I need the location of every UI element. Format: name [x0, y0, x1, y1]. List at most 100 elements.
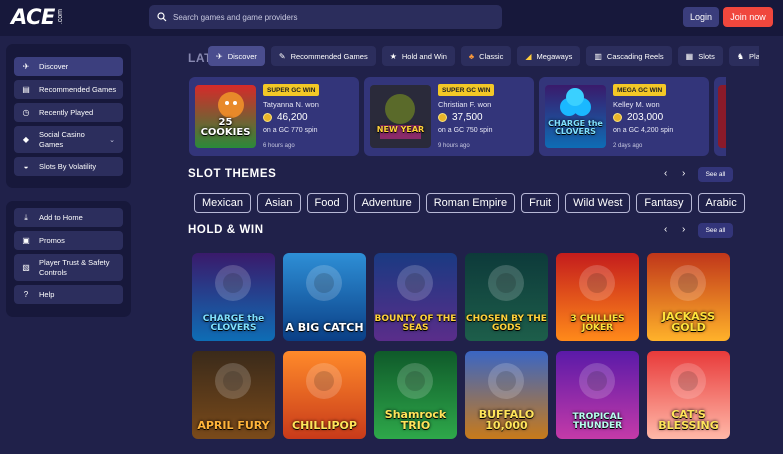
slots-icon: ▦ [685, 51, 694, 61]
tab-label: Pla [749, 51, 759, 61]
game-tile[interactable]: BOUNTY OF THE SEAS [374, 253, 457, 341]
winner-name: Kelley M. won [613, 100, 660, 109]
chevron-down-icon[interactable]: ⌄ [109, 136, 115, 144]
tab-label: Slots [698, 51, 715, 61]
theme-chip[interactable]: Asian [256, 193, 301, 213]
sidebar-item-player-trust-safety[interactable]: ▧ Player Trust & Safety Controls [14, 254, 123, 281]
sidebar-item-promos[interactable]: ▣ Promos [14, 231, 123, 250]
game-tile[interactable]: CAT'S BLESSING [647, 351, 730, 439]
game-tile-title: TROPICAL THUNDER [572, 412, 623, 431]
search-bar[interactable] [149, 5, 502, 29]
win-amount: 46,200 [263, 112, 308, 123]
sidebar-item-social-casino-games[interactable]: ◆ Social Casino Games ⌄ [14, 126, 123, 153]
slot-themes-see-all-button[interactable]: See all [698, 167, 733, 182]
winner-name: Christian F. won [438, 100, 492, 109]
win-card[interactable]: NEW YEAR SUPER GC WIN Christian F. won 3… [364, 77, 534, 156]
help-icon: ? [23, 290, 29, 299]
sidebar-item-help[interactable]: ? Help [14, 285, 123, 304]
win-badge: SUPER GC WIN [438, 84, 495, 96]
game-tile[interactable]: APRIL FURY [192, 351, 275, 439]
tab-label: Megaways [536, 51, 573, 61]
game-tile[interactable]: JACKASS GOLD [647, 253, 730, 341]
game-tile[interactable]: CHOSEN BY THE GODS [465, 253, 548, 341]
sidebar-item-slots-by-volatility[interactable]: ◒ Slots By Volatility [14, 157, 123, 176]
sidebar-item-label: Slots By Volatility [39, 162, 97, 171]
ace-logo[interactable]: ACE .com [11, 5, 64, 29]
theme-chip[interactable]: Fruit [521, 193, 560, 213]
shield-icon: ▧ [22, 263, 30, 272]
sidebar-item-add-to-home[interactable]: ⤓ Add to Home [14, 208, 123, 227]
tab-label: Hold and Win [401, 51, 447, 61]
sidebar-item-discover[interactable]: ✈ Discover [14, 57, 123, 76]
sidebar-item-label: Recently Played [39, 108, 94, 117]
game-tile[interactable]: CHARGE the CLOVERS [192, 253, 275, 341]
tab-slots[interactable]: ▦ Slots [677, 46, 723, 66]
game-tile[interactable]: BUFFALO 10,000 [465, 351, 548, 439]
game-tile-title: CHOSEN BY THE GODS [466, 314, 547, 333]
sidebar-item-label: Promos [39, 236, 65, 245]
tab-label: Classic [479, 51, 504, 61]
tab-hold-and-win[interactable]: ★ Hold and Win [381, 46, 455, 66]
logo-domain: .com [56, 9, 64, 25]
join-now-button[interactable]: Join now [723, 7, 773, 27]
game-thumbnail[interactable]: CHARGE the CLOVERS [545, 85, 606, 148]
game-tile[interactable]: A BIG CATCH [283, 253, 366, 341]
game-tile-title: Shamrock TRIO [384, 408, 447, 432]
cards-icon: ▤ [22, 85, 30, 94]
theme-chip[interactable]: Mexican [194, 193, 251, 213]
game-thumbnail[interactable]: NEW YEAR [370, 85, 431, 148]
sidebar-item-recommended-games[interactable]: ▤ Recommended Games [14, 80, 123, 99]
tab-classic[interactable]: ♣ Classic [460, 46, 512, 66]
sidebar-item-recently-played[interactable]: ◷ Recently Played [14, 103, 123, 122]
spin-size: on a GC 4,200 spin [613, 127, 674, 134]
gold-coin-icon [613, 113, 622, 122]
win-time: 2 days ago [613, 143, 643, 149]
theme-chip[interactable]: Roman Empire [425, 193, 516, 213]
top-navigation-bar: ACE .com Login Join now [0, 0, 783, 36]
game-thumbnail [718, 85, 726, 148]
tab-megaways[interactable]: ◢ Megaways [517, 46, 581, 66]
hold-win-title: HOLD & WIN [188, 224, 264, 236]
theme-chip[interactable]: Fantasy [636, 193, 692, 213]
game-tile-title: BOUNTY OF THE SEAS [374, 314, 457, 333]
hold-win-see-all-button[interactable]: See all [698, 223, 733, 238]
win-card-partial[interactable] [714, 77, 726, 156]
tab-playful[interactable]: ♞ Pla [728, 46, 759, 66]
game-thumbnail-title: CHARGE the CLOVERS [548, 119, 603, 136]
tab-label: Discover [227, 51, 257, 61]
win-time: 9 hours ago [438, 143, 470, 149]
game-tile[interactable]: 3 CHILLIES JOKER [556, 253, 639, 341]
game-tile-title: JACKASS GOLD [661, 310, 716, 334]
gauge-icon: ◒ [23, 162, 29, 171]
tab-cascading-reels[interactable]: ▥ Cascading Reels [586, 46, 672, 66]
chevron-right-icon[interactable]: › [682, 224, 685, 235]
megaways-icon: ◢ [525, 51, 532, 61]
tab-recommended-games[interactable]: ✎ Recommended Games [270, 46, 376, 66]
win-card[interactable]: 25 COOKIES SUPER GC WIN Tatyanna N. won … [189, 77, 359, 156]
game-tile[interactable]: Shamrock TRIO [374, 351, 457, 439]
theme-chip[interactable]: Wild West [565, 193, 631, 213]
login-button[interactable]: Login [683, 7, 719, 27]
sidebar-item-label: Discover [39, 62, 69, 71]
chevron-right-icon[interactable]: › [682, 168, 685, 179]
category-tabs: ✈ Discover ✎ Recommended Games ★ Hold and W… [208, 46, 759, 66]
theme-chip[interactable]: Arabic [697, 193, 745, 213]
game-tile-title: A BIG CATCH [285, 321, 364, 334]
game-thumbnail-title: 25 COOKIES [200, 117, 251, 138]
chevron-left-icon[interactable]: ‹ [664, 168, 667, 179]
win-card[interactable]: CHARGE the CLOVERS MEGA GC WIN Kelley M.… [539, 77, 709, 156]
theme-chip[interactable]: Adventure [353, 193, 420, 213]
game-tile[interactable]: TROPICAL THUNDER [556, 351, 639, 439]
game-thumbnail[interactable]: 25 COOKIES [195, 85, 256, 148]
tab-discover[interactable]: ✈ Discover [208, 46, 265, 66]
search-input[interactable] [173, 12, 493, 22]
game-tile[interactable]: CHILLIPOP [283, 351, 366, 439]
theme-chip[interactable]: Food [306, 193, 348, 213]
winner-name: Tatyanna N. won [263, 100, 319, 109]
sidebar-item-label: Recommended Games [39, 85, 117, 94]
chevron-left-icon[interactable]: ‹ [664, 224, 667, 235]
win-amount: 37,500 [438, 112, 483, 123]
search-icon [157, 12, 167, 22]
sidebar-item-label: Player Trust & Safety Controls [39, 257, 110, 277]
spin-size: on a GC 750 spin [438, 127, 493, 134]
